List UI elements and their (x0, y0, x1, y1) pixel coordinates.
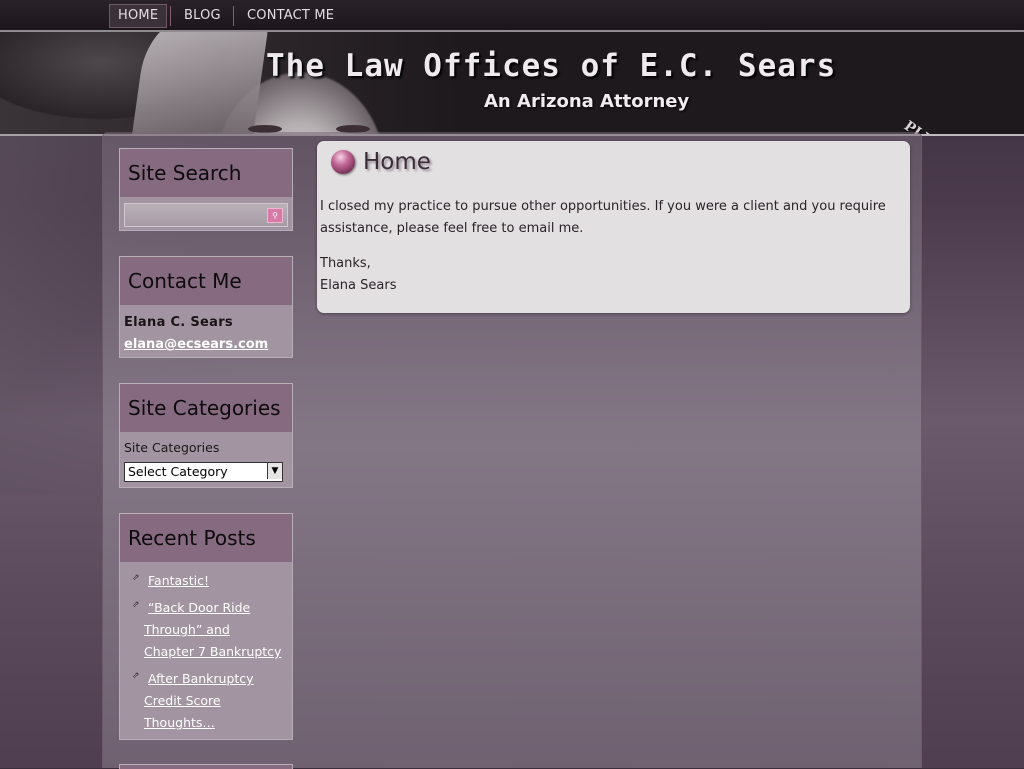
widget-heading: Site Categories (120, 384, 292, 432)
list-item: ⇗ Fantastic! (132, 570, 290, 592)
search-input[interactable]: ⚲ (124, 203, 288, 227)
post-bullet-icon: ⇗ (132, 600, 140, 610)
category-select-value: Select Category (128, 464, 228, 479)
recent-post-link[interactable]: Fantastic! (132, 570, 290, 592)
recent-posts-widget: Recent Posts ⇗ Fantastic! ⇗ “Back Door R… (119, 513, 293, 740)
nav-contact-link[interactable]: CONTACT ME (239, 4, 342, 28)
bullet-orb-icon (331, 150, 355, 174)
site-title[interactable]: The Law Offices of E.C. Sears (266, 48, 836, 84)
page-title: Home (363, 149, 431, 175)
nav-divider (233, 6, 234, 26)
nav-blog-link[interactable]: BLOG (176, 4, 229, 28)
top-navigation: HOME BLOG CONTACT ME (0, 0, 1024, 30)
sidebar-widget-partial (119, 764, 293, 769)
list-item: ⇗ After Bankruptcy Credit Score Thoughts… (132, 668, 290, 734)
post-bullet-icon: ⇗ (132, 671, 140, 681)
chevron-down-icon[interactable]: ▼ (267, 463, 282, 479)
widget-heading: Recent Posts (120, 514, 292, 562)
search-icon[interactable]: ⚲ (267, 208, 283, 223)
content-paragraph: Thanks, Elana Sears (320, 256, 397, 293)
main-content: Home I closed my practice to pursue othe… (317, 141, 910, 313)
widget-heading (120, 765, 292, 769)
nav-home-link[interactable]: HOME (109, 4, 168, 28)
widget-heading: Contact Me (120, 257, 292, 305)
contact-widget: Contact Me Elana C. Sears elana@ecsears.… (119, 256, 293, 358)
widget-heading: Site Search (120, 149, 292, 197)
nav-divider (170, 6, 171, 26)
header-photo-hair (130, 32, 270, 134)
category-select[interactable]: Select Category ▼ (124, 462, 283, 482)
post-bullet-icon: ⇗ (132, 573, 140, 583)
contact-name: Elana C. Sears (124, 315, 233, 330)
recent-post-link[interactable]: “Back Door Ride Through” and Chapter 7 B… (132, 597, 290, 663)
recent-post-link[interactable]: After Bankruptcy Credit Score Thoughts… (132, 668, 290, 734)
content-paragraph: I closed my practice to pursue other opp… (320, 199, 886, 236)
site-search-widget: Site Search ⚲ (119, 148, 293, 231)
site-header-banner: The Law Offices of E.C. Sears An Arizona… (0, 30, 1024, 136)
list-item: ⇗ “Back Door Ride Through” and Chapter 7… (132, 597, 290, 663)
categories-label: Site Categories (124, 440, 220, 455)
site-tagline: An Arizona Attorney (484, 91, 690, 112)
contact-email-link[interactable]: elana@ecsears.com (124, 337, 268, 352)
site-categories-widget: Site Categories Site Categories Select C… (119, 383, 293, 488)
